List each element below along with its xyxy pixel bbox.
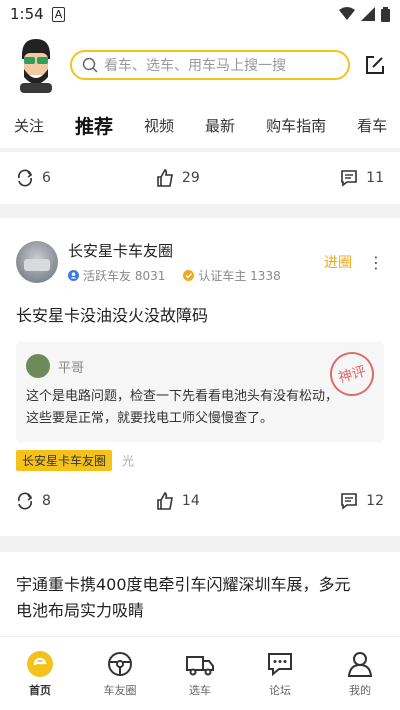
share-icon (18, 492, 33, 510)
more-options-icon[interactable]: ⋮ (368, 253, 384, 272)
nav-label: 首页 (29, 683, 51, 697)
commenter-avatar (26, 354, 50, 378)
group-meta: 活跃车友 8031 认证车主 1338 (68, 267, 281, 284)
comment-header: 平哥 (26, 354, 374, 378)
comment-count: 11 (366, 170, 384, 186)
post-title-line: 电池布局实力吸睛 (16, 601, 145, 620)
comment-button[interactable]: 12 (340, 492, 384, 510)
home-icon (27, 650, 53, 677)
share-icon (18, 169, 33, 187)
bottom-nav: 首页 车友圈 选车 论坛 我的 (0, 636, 400, 710)
search-placeholder: 看车、选车、用车马上搜一搜 (104, 58, 286, 74)
like-count: 29 (181, 170, 200, 186)
steering-wheel-icon (108, 651, 132, 676)
status-time: 1:54 (10, 5, 44, 23)
active-members: 活跃车友 8031 (83, 269, 166, 283)
edit-icon[interactable] (364, 54, 386, 76)
header: 看车、选车、用车马上搜一搜 (0, 28, 400, 102)
category-tabs: 关注 推荐 视频 最新 购车指南 看车 (0, 102, 400, 148)
user-icon (68, 270, 79, 281)
post-actions: 6 29 11 (0, 152, 400, 204)
notification-icon: A (51, 6, 66, 22)
signal-icon (361, 7, 375, 21)
tag-extra: 光 (122, 454, 135, 468)
comment-line: 这个是电路问题，检查一下先看看电池头有没有松动， (26, 389, 339, 404)
tab-buying-guide[interactable]: 购车指南 (266, 115, 326, 136)
comment-line: 这些要是正常，就要找电工师父慢慢查了。 (26, 411, 274, 426)
group-info[interactable]: 长安星卡车友圈 活跃车友 8031 认证车主 1338 (68, 240, 281, 284)
nav-label: 车友圈 (103, 683, 137, 697)
nav-car-club[interactable]: 车友圈 (90, 650, 150, 698)
featured-comment[interactable]: 平哥 这个是电路问题，检查一下先看看电池头有没有松动， 这些要是正常，就要找电工… (16, 342, 384, 442)
battery-icon (381, 6, 390, 22)
certified-owners: 认证车主 1338 (198, 269, 281, 283)
avatar[interactable] (14, 37, 58, 93)
tab-follow[interactable]: 关注 (14, 115, 44, 136)
post-title[interactable]: 宇通重卡携400度电牵引车闪耀深圳车展，多元 电池布局实力吸睛 (0, 552, 400, 624)
nav-select-car[interactable]: 选车 (170, 650, 230, 698)
forum-icon (268, 652, 292, 676)
post-actions: 8 14 12 (0, 475, 400, 527)
share-count: 8 (42, 493, 51, 509)
thumbs-up-icon (157, 169, 173, 187)
nav-label: 论坛 (269, 683, 291, 697)
like-button[interactable]: 29 (156, 169, 200, 187)
nav-profile[interactable]: 我的 (330, 650, 390, 698)
nav-label: 我的 (349, 683, 371, 697)
verified-icon (183, 270, 195, 281)
nav-home[interactable]: 首页 (10, 650, 70, 698)
user-icon (347, 651, 373, 677)
tab-latest[interactable]: 最新 (205, 115, 235, 136)
post-card: 长安星卡车友圈 活跃车友 8031 认证车主 1338 进圈 ⋮ 长安星卡没油没… (0, 218, 400, 536)
share-button[interactable]: 8 (16, 492, 51, 510)
group-tag[interactable]: 长安星卡车友圈 (16, 450, 113, 471)
search-input[interactable]: 看车、选车、用车马上搜一搜 (70, 50, 350, 80)
tab-video[interactable]: 视频 (144, 115, 174, 136)
search-icon (82, 57, 98, 73)
like-button[interactable]: 14 (156, 492, 200, 510)
tab-recommend[interactable]: 推荐 (75, 112, 118, 139)
like-count: 14 (181, 493, 200, 509)
share-button[interactable]: 6 (16, 169, 51, 187)
tab-view-cars[interactable]: 看车 (357, 115, 387, 136)
comment-icon (341, 493, 357, 510)
post-card: 宇通重卡携400度电牵引车闪耀深圳车展，多元 电池布局实力吸睛 (0, 552, 400, 636)
status-bar: 1:54 A (0, 0, 400, 28)
comment-text: 这个是电路问题，检查一下先看看电池头有没有松动， 这些要是正常，就要找电工师父慢… (26, 386, 374, 430)
thumbs-up-icon (157, 492, 173, 510)
group-avatar[interactable] (16, 241, 58, 283)
post-title-line: 宇通重卡携400度电牵引车闪耀深圳车展，多元 (16, 575, 351, 594)
comment-count: 12 (366, 493, 384, 509)
post-title[interactable]: 长安星卡没油没火没故障码 (0, 284, 400, 326)
tag-row: 长安星卡车友圈 光 (0, 442, 400, 471)
nav-label: 选车 (189, 683, 211, 697)
truck-icon (186, 655, 214, 675)
commenter-name: 平哥 (58, 360, 85, 376)
nav-forum[interactable]: 论坛 (250, 650, 310, 698)
post-card: 6 29 11 (0, 152, 400, 204)
wifi-icon (339, 7, 355, 20)
group-header: 长安星卡车友圈 活跃车友 8031 认证车主 1338 进圈 ⋮ (0, 218, 400, 284)
group-name: 长安星卡车友圈 (68, 242, 174, 260)
comment-icon (341, 170, 357, 187)
comment-button[interactable]: 11 (340, 169, 384, 187)
join-group-button[interactable]: 进圈 (324, 252, 352, 272)
share-count: 6 (42, 170, 51, 186)
